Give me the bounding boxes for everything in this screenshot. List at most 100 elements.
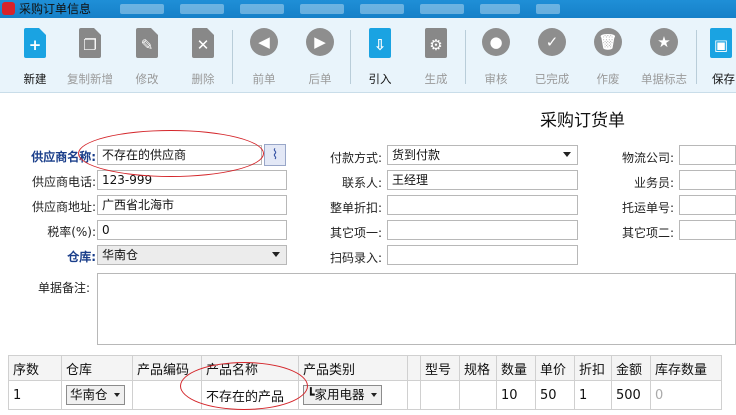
column-header[interactable]: 数量	[496, 355, 536, 381]
contact-label: 联系人:	[341, 176, 382, 190]
payment-select[interactable]: 货到付款	[387, 145, 578, 165]
row-index-cell: 1	[8, 380, 62, 410]
stock-cell: 0	[650, 380, 722, 410]
warehouse-cell-select[interactable]: 华南仓	[66, 385, 125, 405]
category-cell-value: 家用电器	[314, 387, 365, 402]
import-button[interactable]: ⇩ 引入	[352, 26, 408, 87]
waybill-label: 托运单号:	[621, 201, 674, 215]
column-header[interactable]: 仓库	[61, 355, 133, 381]
discount-cell[interactable]: 1	[574, 380, 612, 410]
unit-cell[interactable]	[407, 380, 421, 410]
barcode-field[interactable]	[387, 245, 578, 265]
chevron-down-icon	[370, 393, 377, 397]
copy-new-button[interactable]: ❐ 复制新增	[62, 26, 118, 87]
next-button[interactable]: ▶ 后单	[292, 26, 348, 87]
other1-label: 其它项一:	[329, 226, 382, 240]
supplier-name-label: 供应商名称:	[31, 150, 96, 164]
column-header[interactable]: 金额	[611, 355, 651, 381]
toolbar-separator	[465, 30, 466, 84]
edit-pencil-icon: ✎	[136, 28, 158, 58]
tax-rate-label: 税率(%):	[47, 225, 96, 239]
logistics-label: 物流公司:	[621, 151, 674, 165]
quantity-cell[interactable]: 10	[496, 380, 536, 410]
other2-field[interactable]	[679, 220, 736, 240]
other2-label: 其它项二:	[621, 226, 674, 240]
void-button[interactable]: 🗑 作废	[580, 26, 636, 87]
category-cell-select[interactable]: ┗家用电器	[303, 385, 382, 405]
arrow-left-icon: ◀	[250, 28, 278, 56]
contact-field[interactable]: 王经理	[387, 170, 578, 190]
warehouse-select[interactable]: 华南仓	[97, 245, 287, 265]
warehouse-value: 华南仓	[102, 248, 139, 262]
blurred-menu-bar	[120, 4, 560, 14]
warehouse-label: 仓库:	[67, 250, 96, 264]
audit-button[interactable]: ● 审核	[468, 26, 524, 87]
edit-button[interactable]: ✎ 修改	[119, 26, 175, 87]
memo-label: 单据备注:	[37, 281, 90, 295]
price-cell[interactable]: 50	[535, 380, 575, 410]
product-code-cell[interactable]	[132, 380, 202, 410]
new-button[interactable]: + 新建	[7, 26, 63, 87]
column-header[interactable]	[407, 355, 421, 381]
completed-button[interactable]: ✓ 已完成	[524, 26, 580, 87]
spec-cell[interactable]	[459, 380, 497, 410]
payment-label: 付款方式:	[329, 151, 382, 165]
delete-button[interactable]: ✕ 删除	[175, 26, 231, 87]
tree-indent-icon: ┗	[307, 387, 315, 402]
supplier-address-field[interactable]: 广西省北海市	[97, 195, 287, 215]
category-cell[interactable]: ┗家用电器	[298, 380, 408, 410]
previous-button[interactable]: ◀ 前单	[236, 26, 292, 87]
barcode-label: 扫码录入:	[329, 251, 382, 265]
app-logo-icon	[2, 2, 15, 15]
toolbar: + 新建 ❐ 复制新增 ✎ 修改 ✕ 删除 ◀ 前单 ▶ 后单 ⇩ 引入 ⚙ 生…	[0, 18, 736, 93]
product-name-cell[interactable]: 不存在的产品	[201, 380, 299, 410]
chevron-down-icon	[113, 393, 120, 397]
table-row[interactable]: 1 华南仓 不存在的产品 ┗家用电器 10 50 1 500 0	[8, 380, 722, 410]
waybill-field[interactable]	[679, 195, 736, 215]
column-header[interactable]: 型号	[420, 355, 460, 381]
column-header[interactable]: 序数	[8, 355, 62, 381]
column-header[interactable]: 折扣	[574, 355, 612, 381]
column-header[interactable]: 单价	[535, 355, 575, 381]
model-cell[interactable]	[420, 380, 460, 410]
user-icon: ●	[482, 28, 510, 56]
column-header[interactable]: 规格	[459, 355, 497, 381]
save-icon: ▣	[710, 28, 732, 58]
chevron-down-icon	[563, 152, 571, 157]
tax-rate-field[interactable]: 0	[97, 220, 287, 240]
warehouse-cell[interactable]: 华南仓	[61, 380, 133, 410]
toolbar-separator	[696, 30, 697, 84]
warehouse-cell-value: 华南仓	[70, 387, 108, 402]
memo-textarea[interactable]	[97, 273, 736, 345]
discount-label: 整单折扣:	[329, 201, 382, 215]
star-icon: ★	[650, 28, 678, 56]
product-table: 序数 仓库 产品编码 产品名称 产品类别 型号 规格 数量 单价 折扣 金额 库…	[8, 355, 722, 410]
trash-icon: 🗑	[594, 28, 622, 56]
salesman-label: 业务员:	[633, 176, 674, 190]
window-title: 采购订单信息	[19, 2, 92, 16]
column-header[interactable]: 库存数量	[650, 355, 722, 381]
column-header[interactable]: 产品类别	[298, 355, 408, 381]
amount-cell: 500	[611, 380, 651, 410]
supplier-name-field[interactable]: 不存在的供应商	[97, 145, 262, 165]
column-header[interactable]: 产品编码	[132, 355, 202, 381]
import-folder-icon: ⇩	[369, 28, 391, 58]
supplier-phone-field[interactable]: 123-999	[97, 170, 287, 190]
delete-x-icon: ✕	[192, 28, 214, 58]
logistics-field[interactable]	[679, 145, 736, 165]
save-button[interactable]: ▣ 保存	[700, 26, 736, 87]
column-header[interactable]: 产品名称	[201, 355, 299, 381]
mark-button[interactable]: ★ 单据标志	[636, 26, 692, 87]
supplier-phone-label: 供应商电话:	[31, 175, 96, 189]
paperclip-icon[interactable]: ⌇	[264, 144, 286, 166]
checkmark-icon: ✓	[538, 28, 566, 56]
table-header-row: 序数 仓库 产品编码 产品名称 产品类别 型号 规格 数量 单价 折扣 金额 库…	[8, 355, 722, 381]
form-title: 采购订货单	[540, 111, 625, 131]
salesman-field[interactable]	[679, 170, 736, 190]
copy-icon: ❐	[79, 28, 101, 58]
title-bar: 采购订单信息	[0, 0, 736, 18]
generate-button[interactable]: ⚙ 生成	[408, 26, 464, 87]
toolbar-separator	[350, 30, 351, 84]
other1-field[interactable]	[387, 220, 578, 240]
discount-field[interactable]	[387, 195, 578, 215]
